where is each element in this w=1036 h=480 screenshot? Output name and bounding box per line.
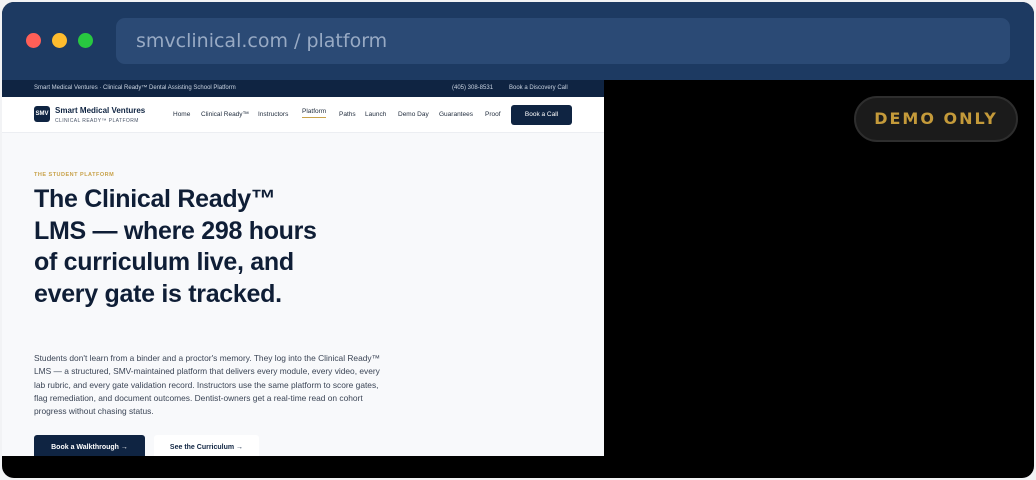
nav-launch[interactable]: Launch <box>365 111 386 118</box>
nav-demo-day[interactable]: Demo Day <box>398 111 429 118</box>
brand-subtitle: CLINICAL READY™ PLATFORM <box>55 118 139 124</box>
utility-bar-tagline: Smart Medical Ventures · Clinical Ready™… <box>34 85 236 91</box>
nav-paths[interactable]: Paths <box>339 111 356 118</box>
phone-link[interactable]: (405) 308-8531 <box>452 85 493 91</box>
nav-guarantees[interactable]: Guarantees <box>439 111 473 118</box>
nav-platform[interactable]: Platform <box>302 108 327 118</box>
browser-chrome: smvclinical.com / platform <box>2 2 1034 80</box>
nav-home[interactable]: Home <box>173 111 190 118</box>
discovery-call-link[interactable]: Book a Discovery Call <box>509 85 568 91</box>
maximize-window-icon[interactable] <box>78 33 93 48</box>
hero-eyebrow: THE STUDENT PLATFORM <box>34 172 115 178</box>
nav-clinical-ready[interactable]: Clinical Ready™ <box>201 111 249 118</box>
demo-only-badge: DEMO ONLY <box>854 96 1018 142</box>
main-nav: SMV Smart Medical Ventures CLINICAL READ… <box>2 97 604 133</box>
see-curriculum-button[interactable]: See the Curriculum → <box>154 435 259 456</box>
brand-name[interactable]: Smart Medical Ventures <box>55 106 145 115</box>
nav-instructors[interactable]: Instructors <box>258 111 288 118</box>
minimize-window-icon[interactable] <box>52 33 67 48</box>
close-window-icon[interactable] <box>26 33 41 48</box>
webpage: Smart Medical Ventures · Clinical Ready™… <box>2 80 604 456</box>
nav-proof[interactable]: Proof <box>485 111 501 118</box>
book-walkthrough-button[interactable]: Book a Walkthrough → <box>34 435 145 456</box>
address-bar[interactable]: smvclinical.com / platform <box>116 18 1010 64</box>
utility-bar: Smart Medical Ventures · Clinical Ready™… <box>2 80 604 97</box>
smv-logo-icon[interactable]: SMV <box>34 106 50 122</box>
book-call-button[interactable]: Book a Call <box>511 105 572 125</box>
browser-window: smvclinical.com / platform Smart Medical… <box>2 2 1034 478</box>
hero-headline: The Clinical Ready™ LMS — where 298 hour… <box>34 185 317 308</box>
hero-body: Students don't learn from a binder and a… <box>34 353 380 417</box>
